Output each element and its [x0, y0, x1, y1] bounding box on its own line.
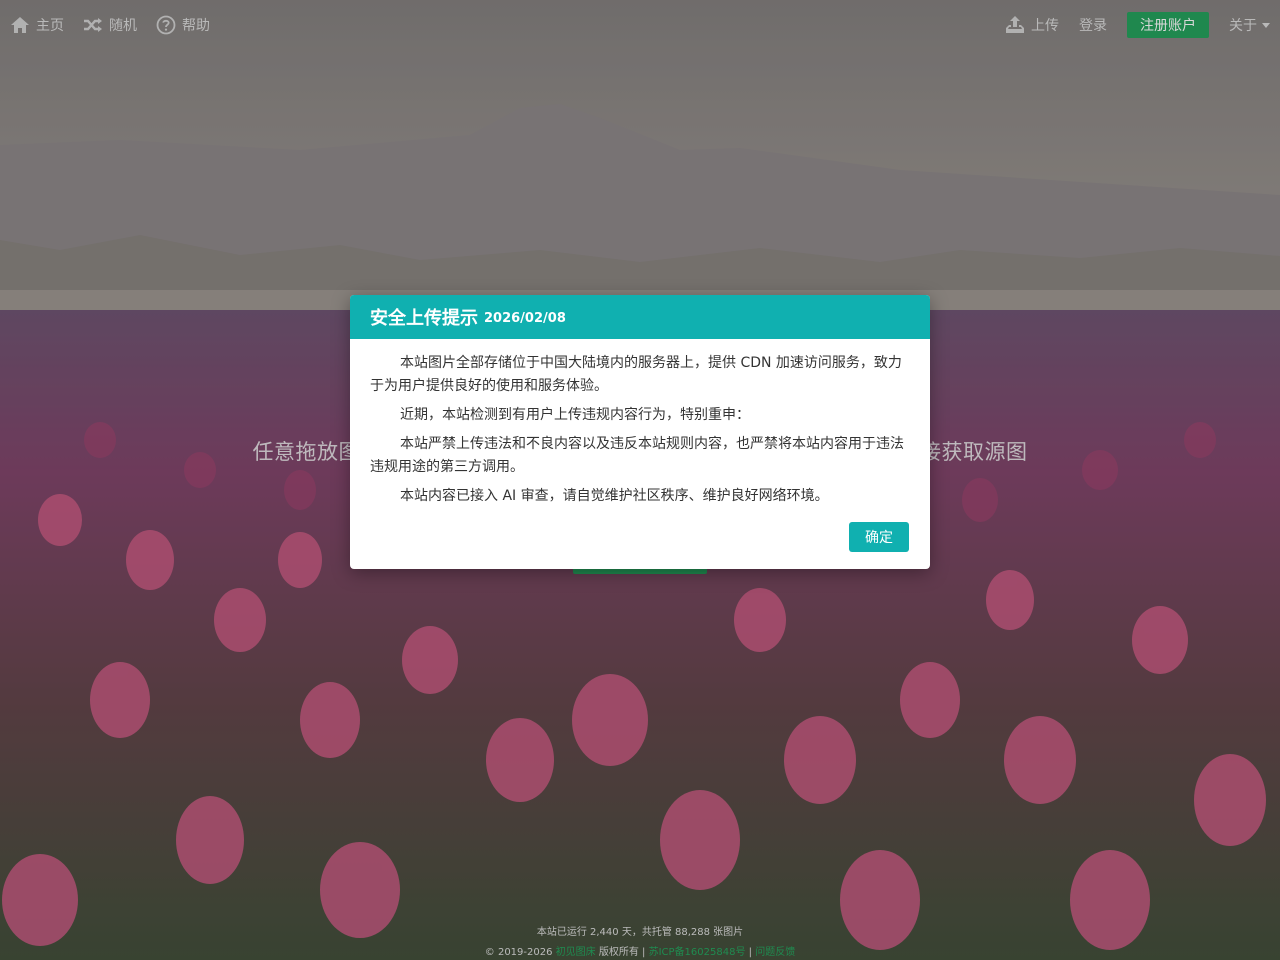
security-notice-dialog: 安全上传提示 2026/02/08 本站图片全部存储位于中国大陆境内的服务器上，… [350, 295, 930, 569]
dialog-paragraph: 本站内容已接入 AI 审查，请自觉维护社区秩序、维护良好网络环境。 [400, 488, 829, 504]
dialog-paragraph: 本站图片全部存储位于中国大陆境内的服务器上，提供 CDN 加速访问服务，致力于为… [370, 355, 902, 394]
dialog-title: 安全上传提示 [370, 308, 478, 329]
dialog-body: 本站图片全部存储位于中国大陆境内的服务器上，提供 CDN 加速访问服务，致力于为… [350, 339, 930, 508]
dialog-date: 2026/02/08 [484, 311, 566, 326]
confirm-button[interactable]: 确定 [849, 522, 909, 552]
dialog-header: 安全上传提示 2026/02/08 [350, 295, 930, 339]
dialog-paragraph: 近期，本站检测到有用户上传违规内容行为，特别重申： [400, 407, 750, 423]
dialog-paragraph: 本站严禁上传违法和不良内容以及违反本站规则内容，也严禁将本站内容用于违法违规用途… [370, 436, 904, 475]
